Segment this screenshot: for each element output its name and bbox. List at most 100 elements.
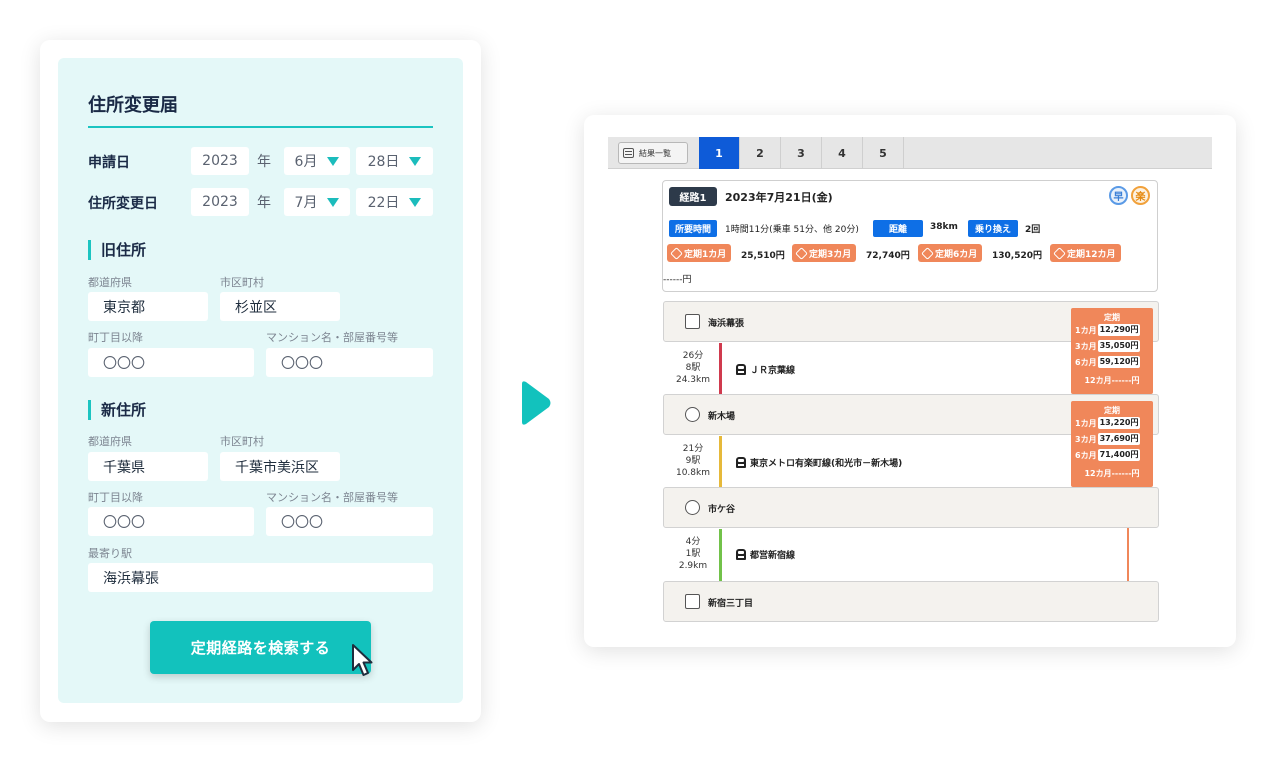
pass-row: 1カ月 13,220円 (1075, 417, 1141, 429)
pass-term: 6カ月 (1075, 450, 1097, 460)
station-name: 新宿三丁目 (708, 599, 754, 609)
tab-4[interactable]: 4 (822, 137, 863, 169)
train-icon (736, 549, 746, 560)
train-line-name: 東京メトロ有楽町線(和光市－新木場) (750, 459, 903, 469)
nearest-station-field[interactable]: 海浜幕張 (88, 563, 433, 592)
pass-3m-price: 72,740円 (866, 251, 910, 261)
tab-1[interactable]: 1 (699, 137, 740, 169)
pass-price-box: 定期 1カ月 12,290円 3カ月 35,050円 6カ月 59,120円 12カ月… (1071, 308, 1153, 394)
change-year-field[interactable]: 2023 (191, 188, 249, 216)
result-list-label: 結果一覧 (639, 148, 671, 158)
chevron-down-icon (327, 156, 340, 166)
apply-month-value: 6月 (294, 154, 318, 170)
old-city-label: 市区町村 (220, 276, 264, 289)
pass-box-title: 定期 (1104, 406, 1120, 415)
apply-year-field[interactable]: 2023 (191, 147, 249, 175)
pass-box-title: 定期 (1104, 313, 1120, 322)
pass-row: 3カ月 35,050円 (1075, 340, 1141, 352)
line-segment-shinjuku (719, 529, 722, 582)
old-pref-field[interactable]: 東京都 (88, 292, 208, 321)
tab-2[interactable]: 2 (740, 137, 781, 169)
change-date-label: 住所変更日 (88, 196, 158, 212)
new-town-field[interactable]: 〇〇〇 (88, 507, 254, 536)
checkbox-square-icon[interactable] (685, 314, 700, 329)
new-town-label: 町丁目以降 (88, 491, 143, 504)
new-building-field[interactable]: 〇〇〇 (266, 507, 433, 536)
transfer-value: 2回 (1025, 225, 1041, 235)
pass-1m-price: 25,510円 (741, 251, 785, 261)
apply-date-label: 申請日 (88, 155, 130, 171)
title-divider (88, 126, 433, 128)
segment-stops: 1駅 (685, 549, 701, 559)
nearest-station-label: 最寄り駅 (88, 547, 132, 560)
route-date: 2023年7月21日(金) (725, 191, 833, 204)
segment-time: 26分 (682, 351, 704, 361)
pass-price: 13,220円 (1097, 417, 1141, 429)
pass-1m-label: 定期1カ月 (684, 249, 727, 260)
old-building-field[interactable]: 〇〇〇 (266, 348, 433, 377)
tab-3[interactable]: 3 (781, 137, 822, 169)
segment-distance: 2.9km (678, 561, 708, 571)
checkbox-square-icon[interactable] (685, 594, 700, 609)
circle-icon (685, 500, 700, 515)
new-city-label: 市区町村 (220, 435, 264, 448)
train-icon (736, 457, 746, 468)
apply-month-select[interactable]: 6月 (284, 147, 350, 175)
change-day-value: 22日 (367, 195, 400, 211)
pass-price: 37,690円 (1097, 433, 1141, 445)
pass-3m-chip: 定期3カ月 (792, 244, 857, 262)
new-pref-label: 都道府県 (88, 435, 132, 448)
route-summary: 経路1 2023年7月21日(金) 早 楽 所要時間 1時間11分(乗車 51分… (662, 180, 1158, 292)
segment-info: 26分 8駅 24.3km (673, 350, 713, 386)
search-route-button[interactable]: 定期経路を検索する (150, 621, 371, 674)
chevron-down-icon (327, 197, 340, 207)
segment-stops: 9駅 (685, 456, 701, 466)
new-city-field[interactable]: 千葉市美浜区 (220, 452, 340, 481)
change-month-select[interactable]: 7月 (284, 188, 350, 216)
chevron-down-icon (409, 156, 422, 166)
pass-term: 6カ月 (1075, 357, 1097, 367)
new-pref-field[interactable]: 千葉県 (88, 452, 208, 481)
mouse-cursor-icon (352, 644, 373, 676)
train-icon (736, 364, 746, 375)
pass-12m: 12カ月------円 (1084, 469, 1140, 478)
form-title: 住所変更届 (88, 95, 178, 116)
old-town-field[interactable]: 〇〇〇 (88, 348, 254, 377)
pass-row: 6カ月 71,400円 (1075, 449, 1141, 461)
segment-time: 21分 (682, 444, 704, 454)
tab-5[interactable]: 5 (863, 137, 904, 169)
apply-day-select[interactable]: 28日 (356, 147, 433, 175)
train-line-name: 都営新宿線 (750, 551, 796, 561)
fast-badge: 早 (1109, 186, 1128, 205)
segment-distance: 24.3km (675, 375, 711, 385)
station-row[interactable]: 新宿三丁目 (663, 581, 1159, 622)
circle-icon (685, 407, 700, 422)
old-building-label: マンション名・部屋番号等 (266, 331, 398, 344)
easy-badge: 楽 (1131, 186, 1150, 205)
route-label: 経路1 (669, 187, 717, 206)
station-row[interactable]: 市ケ谷 (663, 487, 1159, 528)
old-city-field[interactable]: 杉並区 (220, 292, 340, 321)
tag-icon (921, 246, 934, 260)
segment-distance: 10.8km (675, 468, 711, 478)
old-town-label: 町丁目以降 (88, 331, 143, 344)
change-day-select[interactable]: 22日 (356, 188, 433, 216)
train-line: ＪＲ京葉線 (736, 363, 795, 376)
result-list-button[interactable]: 結果一覧 (618, 142, 688, 164)
tag-icon (795, 246, 808, 260)
time-value: 1時間11分(乗車 51分、他 20分) (725, 225, 859, 235)
pass-price: 59,120円 (1097, 356, 1141, 368)
distance-value: 38km (930, 222, 958, 232)
tag-icon (670, 246, 683, 260)
pass-price-box: 定期 1カ月 13,220円 3カ月 37,690円 6カ月 71,400円 12カ月… (1071, 401, 1153, 487)
transfer-chip: 乗り換え (968, 220, 1018, 237)
address-change-form-card: 住所変更届 申請日 2023 年 6月 28日 住所変更日 2023 年 7月 … (40, 40, 481, 722)
pass-6m-label: 定期6カ月 (935, 249, 978, 260)
change-year-unit: 年 (257, 195, 271, 211)
new-building-label: マンション名・部屋番号等 (266, 491, 398, 504)
list-icon (623, 148, 634, 158)
pass-term: 1カ月 (1075, 325, 1097, 335)
train-line: 都営新宿線 (736, 548, 795, 561)
train-line-name: ＪＲ京葉線 (750, 366, 796, 376)
line-segment-keiyo (719, 343, 722, 396)
